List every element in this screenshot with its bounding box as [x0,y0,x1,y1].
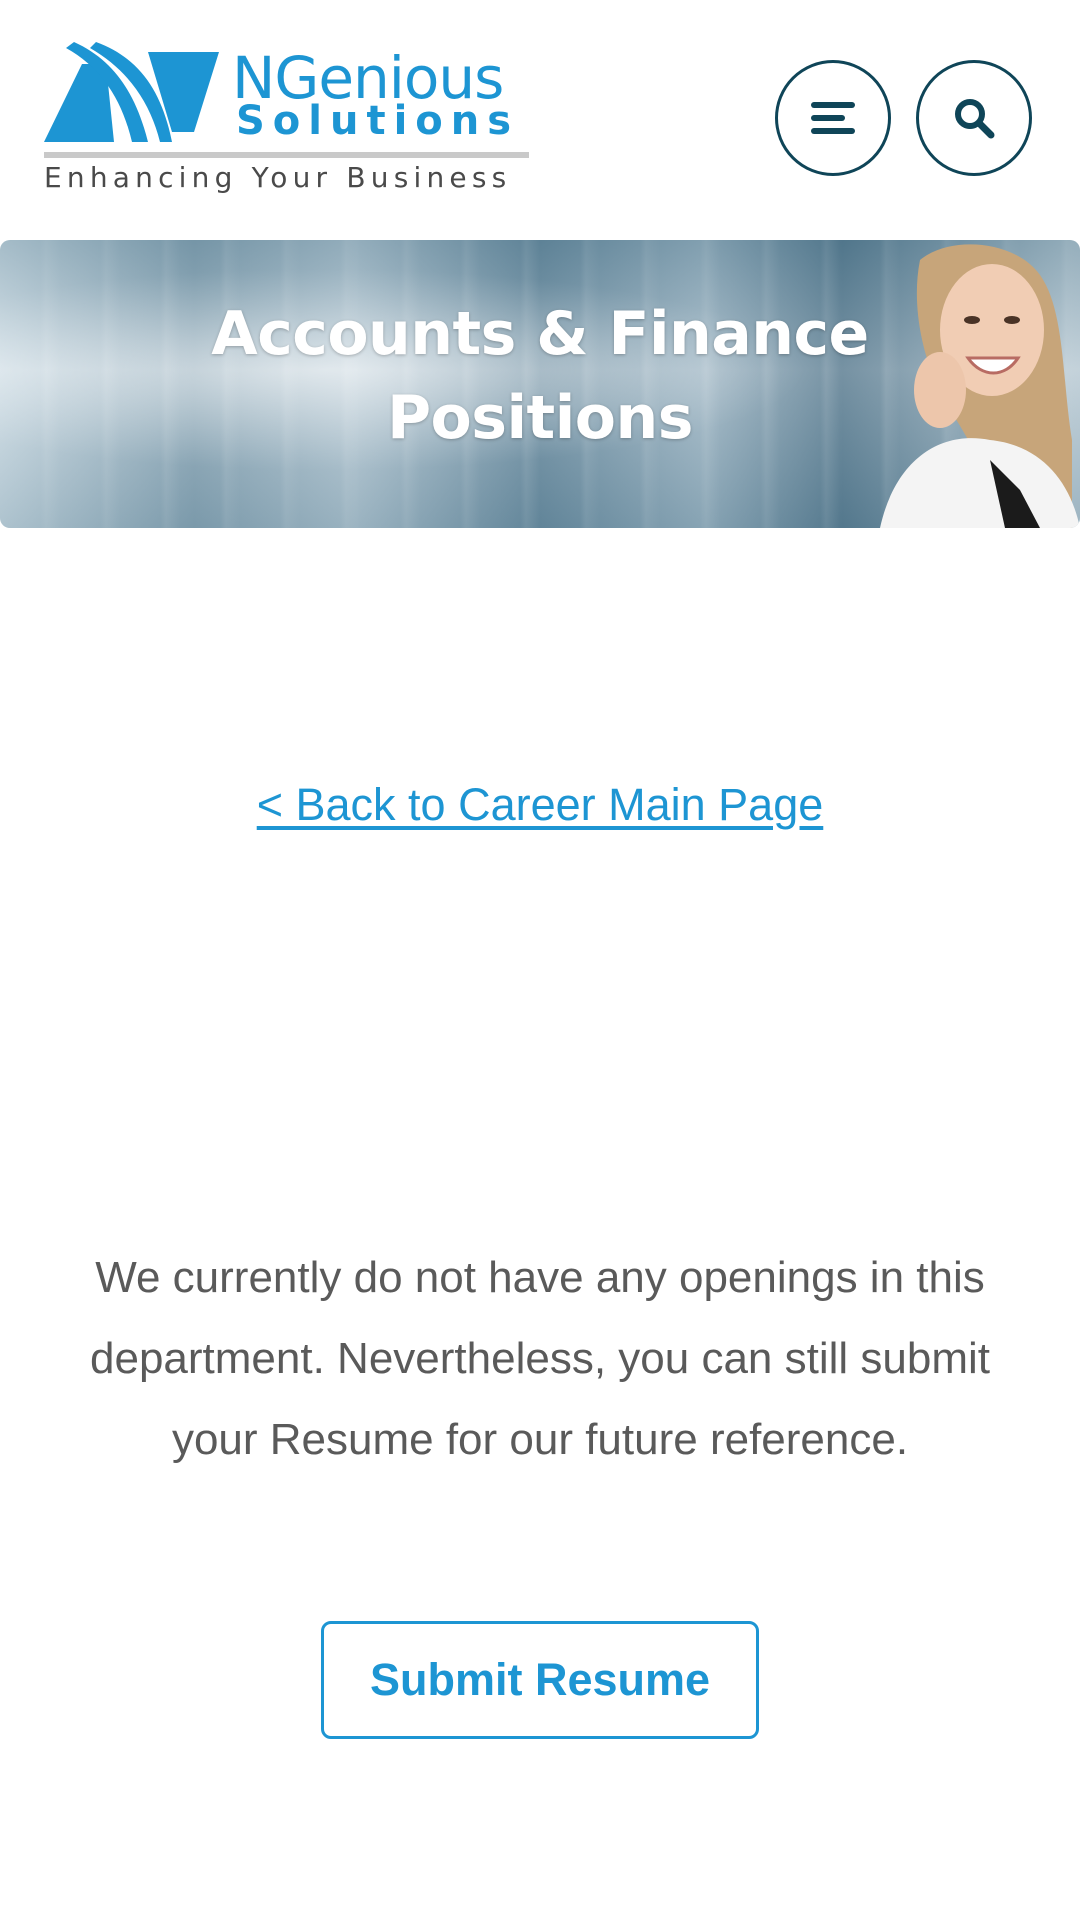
submit-resume-button[interactable]: Submit Resume [321,1621,759,1739]
logo-divider [44,152,529,158]
hamburger-menu-icon [811,102,855,134]
page-banner: Accounts & Finance Positions [0,240,1080,528]
logo-sub-text: Solutions [236,98,520,144]
search-button[interactable] [916,60,1032,176]
no-openings-message: We currently do not have any openings in… [90,1253,990,1464]
menu-button[interactable] [775,60,891,176]
page-title: Accounts & Finance Positions [211,299,869,453]
search-icon [955,99,995,139]
logo-mark-icon [44,42,219,142]
company-logo[interactable]: NGenious Solutions Enhancing Your Busine… [44,42,534,202]
site-header: NGenious Solutions Enhancing Your Busine… [0,0,1080,240]
back-to-career-link[interactable]: < Back to Career Main Page [0,775,1080,835]
logo-tagline: Enhancing Your Business [44,161,512,194]
submit-resume-label: Submit Resume [369,1654,711,1705]
